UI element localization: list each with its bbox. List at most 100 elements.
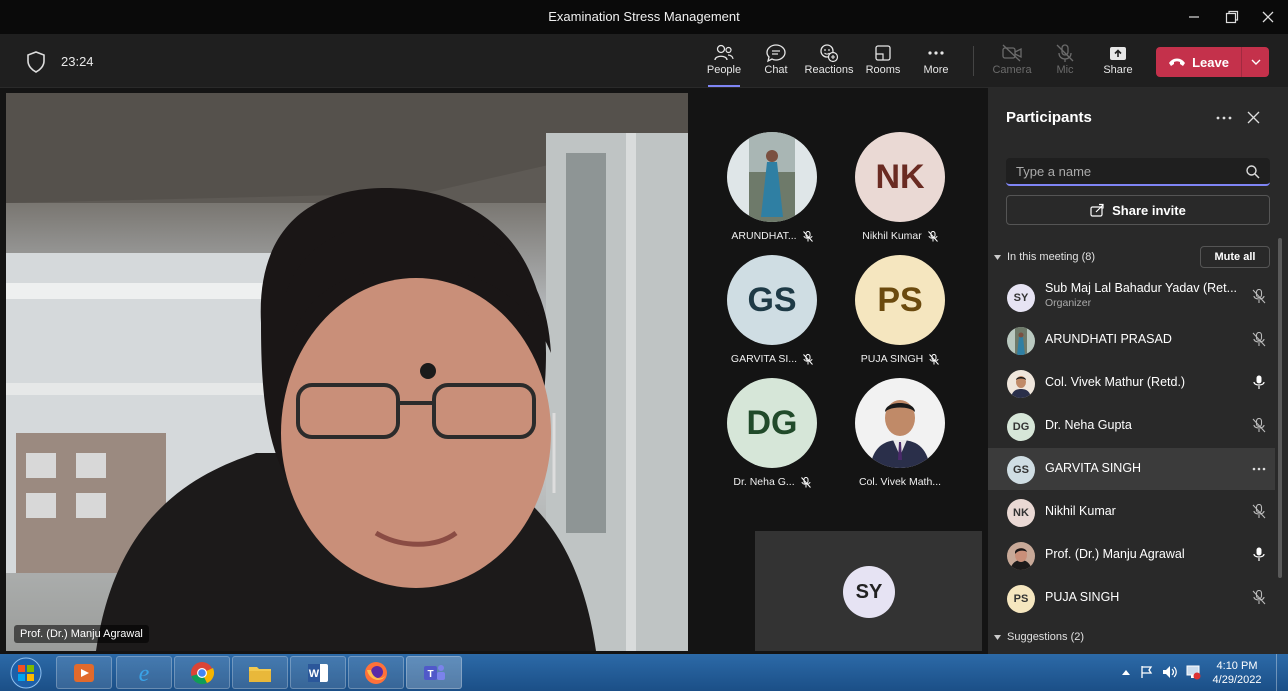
network-icon[interactable] (1185, 664, 1201, 680)
in-meeting-label: In this meeting (8) (1007, 251, 1096, 263)
share-invite-button[interactable]: Share invite (1006, 195, 1270, 225)
windows-taskbar: e W T 4:10 PM 4/29/2022 (0, 654, 1288, 691)
minimize-button[interactable] (1174, 0, 1214, 34)
participant-name: GARVITA SINGH (1045, 461, 1142, 475)
mic-button[interactable]: Mic (1037, 42, 1093, 84)
suggestions-label: Suggestions (2) (1007, 631, 1085, 643)
show-hidden-icons-icon[interactable] (1122, 669, 1130, 675)
self-video-tile[interactable]: SY (755, 531, 982, 651)
svg-text:e: e (139, 661, 150, 686)
mic-off-icon (1252, 504, 1266, 519)
gallery-tile-name: Nikhil Kumar (862, 230, 922, 242)
more-options-icon[interactable] (1252, 461, 1266, 476)
people-label: People (706, 64, 742, 76)
file-explorer-icon (249, 666, 271, 682)
participant-avatar: DG (1007, 413, 1035, 441)
gallery-tile[interactable]: DG Dr. Neha G... (717, 378, 827, 488)
taskbar-app[interactable] (232, 656, 288, 689)
media-player-icon (74, 663, 94, 682)
people-button[interactable]: People (696, 42, 752, 87)
participant-photo (1007, 542, 1035, 570)
suggestions-section-toggle[interactable]: Suggestions (2) (994, 631, 1084, 643)
participant-search-input[interactable]: Type a name (1006, 158, 1270, 186)
more-icon (928, 51, 944, 55)
people-icon (714, 44, 734, 61)
leave-button[interactable]: Leave (1156, 55, 1241, 70)
taskbar-app[interactable]: W (290, 656, 346, 689)
taskbar-app[interactable]: e (116, 656, 172, 689)
participant-role: Organizer (1045, 297, 1092, 309)
mic-on-icon (1253, 547, 1265, 561)
gallery-tile-name: Col. Vivek Math... (858, 476, 942, 488)
share-invite-icon (1090, 203, 1104, 217)
start-button[interactable] (4, 655, 48, 690)
volume-icon[interactable] (1162, 665, 1178, 679)
more-options-icon[interactable] (1216, 115, 1232, 121)
mic-off-icon (803, 353, 813, 365)
camera-button[interactable]: Camera (984, 42, 1040, 84)
panel-scrollbar[interactable] (1278, 238, 1282, 578)
mute-all-button[interactable]: Mute all (1200, 246, 1270, 268)
participant-photo (1007, 327, 1035, 355)
main-speaker-video[interactable]: Prof. (Dr.) Manju Agrawal (6, 93, 688, 651)
windows-logo-icon (10, 657, 42, 688)
close-panel-icon[interactable] (1247, 111, 1260, 124)
participant-avatar: GS (727, 255, 817, 345)
show-desktop-button[interactable] (1276, 654, 1288, 691)
gallery-tile[interactable]: PS PUJA SINGH (845, 255, 955, 365)
meeting-stage: Prof. (Dr.) Manju Agrawal ARUNDHAT... NK… (0, 88, 988, 654)
mic-off-icon (802, 230, 813, 242)
participant-row[interactable]: GS GARVITA SINGH (988, 448, 1275, 490)
participant-row[interactable]: Prof. (Dr.) Manju Agrawal (988, 534, 1275, 576)
mic-off-icon (1252, 289, 1266, 304)
gallery-tile[interactable]: NK Nikhil Kumar (845, 132, 955, 242)
participant-name: Col. Vivek Mathur (Retd.) (1045, 375, 1186, 389)
share-icon (1110, 47, 1126, 60)
action-center-flag-icon[interactable] (1140, 665, 1154, 679)
meeting-toolbar: 23:24 People Chat Reactions Rooms More C… (0, 34, 1288, 88)
speaker-video-frame (6, 93, 688, 651)
minimize-icon (1189, 16, 1199, 18)
toolbar-divider (973, 46, 974, 76)
close-window-button[interactable] (1248, 0, 1288, 34)
camera-off-icon (1002, 44, 1022, 62)
more-button[interactable]: More (908, 42, 964, 84)
taskbar-clock[interactable]: 4:10 PM 4/29/2022 (1210, 659, 1264, 687)
gallery-tile[interactable]: Col. Vivek Math... (845, 378, 955, 488)
phone-hangup-icon (1169, 58, 1186, 66)
share-button[interactable]: Share (1090, 42, 1146, 84)
participant-avatar: GS (1007, 456, 1035, 484)
participant-row[interactable]: PS PUJA SINGH (988, 577, 1275, 619)
gallery-tile[interactable]: GS GARVITA SI... (717, 255, 827, 365)
taskbar-app[interactable] (348, 656, 404, 689)
chat-label: Chat (764, 64, 788, 76)
maximize-button[interactable] (1212, 0, 1252, 34)
internet-explorer-icon: e (139, 661, 150, 686)
rooms-button[interactable]: Rooms (855, 42, 911, 84)
participant-row[interactable]: SY Sub Maj Lal Bahadur Yadav (Ret... Org… (988, 276, 1275, 318)
meeting-timer: 23:24 (61, 54, 94, 69)
reactions-button[interactable]: Reactions (801, 42, 857, 84)
leave-options-dropdown[interactable] (1241, 47, 1269, 77)
participant-photo (855, 378, 945, 468)
participants-panel: Participants Type a name Share invite In… (988, 88, 1288, 654)
participant-avatar: NK (1007, 499, 1035, 527)
taskbar-app[interactable] (56, 656, 112, 689)
participant-row[interactable]: NK Nikhil Kumar (988, 491, 1275, 533)
chat-button[interactable]: Chat (748, 42, 804, 84)
search-icon (1246, 165, 1260, 179)
in-meeting-section-toggle[interactable]: In this meeting (8) (994, 251, 1095, 263)
participant-row[interactable]: ARUNDHATI PRASAD (988, 319, 1275, 361)
firefox-icon (365, 661, 387, 684)
teams-icon: T (424, 664, 445, 680)
speaker-name-plate: Prof. (Dr.) Manju Agrawal (14, 625, 149, 643)
leave-button-group: Leave (1156, 47, 1269, 77)
mic-off-icon (1252, 332, 1266, 347)
taskbar-app[interactable]: T (406, 656, 462, 689)
participant-row[interactable]: Col. Vivek Mathur (Retd.) (988, 362, 1275, 404)
svg-text:W: W (309, 668, 320, 680)
taskbar-app[interactable] (174, 656, 230, 689)
mic-on-icon (1253, 375, 1265, 389)
participant-row[interactable]: DG Dr. Neha Gupta (988, 405, 1275, 447)
gallery-tile[interactable]: ARUNDHAT... (717, 132, 827, 242)
